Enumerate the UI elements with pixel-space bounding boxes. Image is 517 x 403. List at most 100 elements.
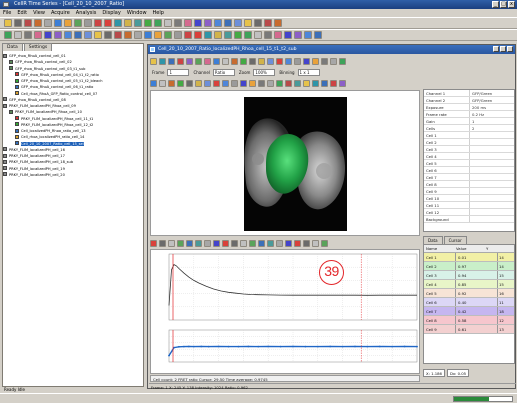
legend-column-header[interactable]: Y bbox=[484, 245, 514, 252]
toolbar-2-button-icon[interactable] bbox=[284, 31, 292, 39]
close-button[interactable]: x bbox=[508, 1, 515, 8]
toolbar-1-button-icon[interactable] bbox=[24, 19, 32, 27]
image-tool-button-icon[interactable] bbox=[168, 79, 175, 87]
toolbar-2-button-icon[interactable] bbox=[44, 31, 52, 39]
image-tool-button-icon[interactable] bbox=[258, 57, 265, 65]
image-tool-button-icon[interactable] bbox=[150, 57, 157, 65]
image-tool-button-icon[interactable] bbox=[276, 57, 283, 65]
property-row[interactable]: Cells 2 bbox=[424, 125, 514, 132]
image-tool-button-icon[interactable] bbox=[222, 79, 229, 87]
frame-input[interactable]: 1 bbox=[167, 68, 190, 76]
toolbar-1-button-icon[interactable] bbox=[264, 19, 272, 27]
image-tool-button-icon[interactable] bbox=[294, 57, 301, 65]
toolbar-2-button-icon[interactable] bbox=[194, 31, 202, 39]
toolbar-1-button-icon[interactable] bbox=[74, 19, 82, 27]
time-series-graph[interactable] bbox=[150, 249, 420, 374]
menu-item-view[interactable]: View bbox=[33, 9, 45, 17]
toolbar-2-button-icon[interactable] bbox=[244, 31, 252, 39]
property-row[interactable]: Cell 10 bbox=[424, 195, 514, 202]
property-row[interactable]: Cell 5 bbox=[424, 160, 514, 167]
property-row[interactable]: Cell 3 bbox=[424, 146, 514, 153]
toolbar-2-button-icon[interactable] bbox=[264, 31, 272, 39]
toolbar-2-button-icon[interactable] bbox=[74, 31, 82, 39]
toolbar-1-button-icon[interactable] bbox=[164, 19, 172, 27]
image-tool-button-icon[interactable] bbox=[330, 57, 337, 65]
toolbar-1-button-icon[interactable] bbox=[54, 19, 62, 27]
image-tool-button-icon[interactable] bbox=[294, 79, 301, 87]
legend-row[interactable]: Cell 6 0.40 11 bbox=[424, 298, 514, 307]
toolbar-1-button-icon[interactable] bbox=[244, 19, 252, 27]
graph-tool-button-icon[interactable] bbox=[312, 239, 319, 247]
image-tool-button-icon[interactable] bbox=[258, 79, 265, 87]
image-viewport[interactable] bbox=[150, 90, 420, 236]
toolbar-1-button-icon[interactable] bbox=[124, 19, 132, 27]
legend-row[interactable]: Cell 2 0.97 14 bbox=[424, 262, 514, 271]
binning-select[interactable]: 1 x 1 bbox=[297, 68, 320, 76]
toolbar-1-button-icon[interactable] bbox=[254, 19, 262, 27]
maximize-button[interactable]: □ bbox=[500, 1, 507, 8]
graph-tool-button-icon[interactable] bbox=[303, 239, 310, 247]
toolbar-2-button-icon[interactable] bbox=[4, 31, 12, 39]
toolbar-2-button-icon[interactable] bbox=[304, 31, 312, 39]
toolbar-1-button-icon[interactable] bbox=[4, 19, 12, 27]
image-tool-button-icon[interactable] bbox=[321, 79, 328, 87]
property-row[interactable]: Cell 6 bbox=[424, 167, 514, 174]
menu-item-acquire[interactable]: Acquire bbox=[51, 9, 70, 17]
toolbar-2-button-icon[interactable] bbox=[14, 31, 22, 39]
toolbar-2-button-icon[interactable] bbox=[104, 31, 112, 39]
image-tool-button-icon[interactable] bbox=[231, 79, 238, 87]
toolbar-2-button-icon[interactable] bbox=[154, 31, 162, 39]
toolbar-1-button-icon[interactable] bbox=[34, 19, 42, 27]
image-tool-button-icon[interactable] bbox=[303, 57, 310, 65]
toolbar-2-button-icon[interactable] bbox=[164, 31, 172, 39]
image-tool-button-icon[interactable] bbox=[159, 79, 166, 87]
toolbar-2-button-icon[interactable] bbox=[274, 31, 282, 39]
image-tool-button-icon[interactable] bbox=[186, 57, 193, 65]
menu-item-help[interactable]: Help bbox=[153, 9, 164, 17]
property-row[interactable]: Cell 8 bbox=[424, 181, 514, 188]
legend-row[interactable]: Cell 8 0.58 12 bbox=[424, 316, 514, 325]
toolbar-2-button-icon[interactable] bbox=[134, 31, 142, 39]
toolbar-2-button-icon[interactable] bbox=[214, 31, 222, 39]
image-tool-button-icon[interactable] bbox=[330, 79, 337, 87]
property-row[interactable]: Cell 12 bbox=[424, 209, 514, 216]
toolbar-1-button-icon[interactable] bbox=[214, 19, 222, 27]
graph-tool-button-icon[interactable] bbox=[195, 239, 202, 247]
toolbar-1-button-icon[interactable] bbox=[64, 19, 72, 27]
graph-tool-button-icon[interactable] bbox=[186, 239, 193, 247]
toolbar-1-button-icon[interactable] bbox=[154, 19, 162, 27]
toolbar-1-button-icon[interactable] bbox=[94, 19, 102, 27]
property-row[interactable]: Cell 2 bbox=[424, 139, 514, 146]
graph-tool-button-icon[interactable] bbox=[222, 239, 229, 247]
image-tool-button-icon[interactable] bbox=[339, 79, 346, 87]
toolbar-2-button-icon[interactable] bbox=[124, 31, 132, 39]
toolbar-1-button-icon[interactable] bbox=[134, 19, 142, 27]
legend-row[interactable]: Cell 5 0.92 16 bbox=[424, 289, 514, 298]
property-row[interactable]: Channel 2 GFP/Green bbox=[424, 97, 514, 104]
graph-tool-button-icon[interactable] bbox=[231, 239, 238, 247]
legend-tab-data[interactable]: Data bbox=[423, 236, 443, 244]
image-tool-button-icon[interactable] bbox=[303, 79, 310, 87]
legend-row[interactable]: Cell 3 0.94 15 bbox=[424, 271, 514, 280]
legend-column-header[interactable]: Name bbox=[424, 245, 454, 252]
toolbar-2-button-icon[interactable] bbox=[114, 31, 122, 39]
property-row[interactable]: Channel 1 GFP/Green bbox=[424, 90, 514, 97]
toolbar-1-button-icon[interactable] bbox=[204, 19, 212, 27]
toolbar-1-button-icon[interactable] bbox=[44, 19, 52, 27]
image-tool-button-icon[interactable] bbox=[204, 79, 211, 87]
property-row[interactable]: Background bbox=[424, 216, 514, 223]
toolbar-2-button-icon[interactable] bbox=[64, 31, 72, 39]
toolbar-2-button-icon[interactable] bbox=[224, 31, 232, 39]
child-close-button[interactable] bbox=[507, 46, 513, 52]
image-tool-button-icon[interactable] bbox=[267, 57, 274, 65]
menu-item-file[interactable]: File bbox=[3, 9, 11, 17]
image-tool-button-icon[interactable] bbox=[240, 57, 247, 65]
image-tool-button-icon[interactable] bbox=[321, 57, 328, 65]
image-tool-button-icon[interactable] bbox=[231, 57, 238, 65]
property-row[interactable]: Gain 1 bbox=[424, 118, 514, 125]
image-tool-button-icon[interactable] bbox=[204, 57, 211, 65]
toolbar-1-button-icon[interactable] bbox=[114, 19, 122, 27]
image-tool-button-icon[interactable] bbox=[168, 57, 175, 65]
image-tool-button-icon[interactable] bbox=[195, 79, 202, 87]
image-tool-button-icon[interactable] bbox=[312, 57, 319, 65]
